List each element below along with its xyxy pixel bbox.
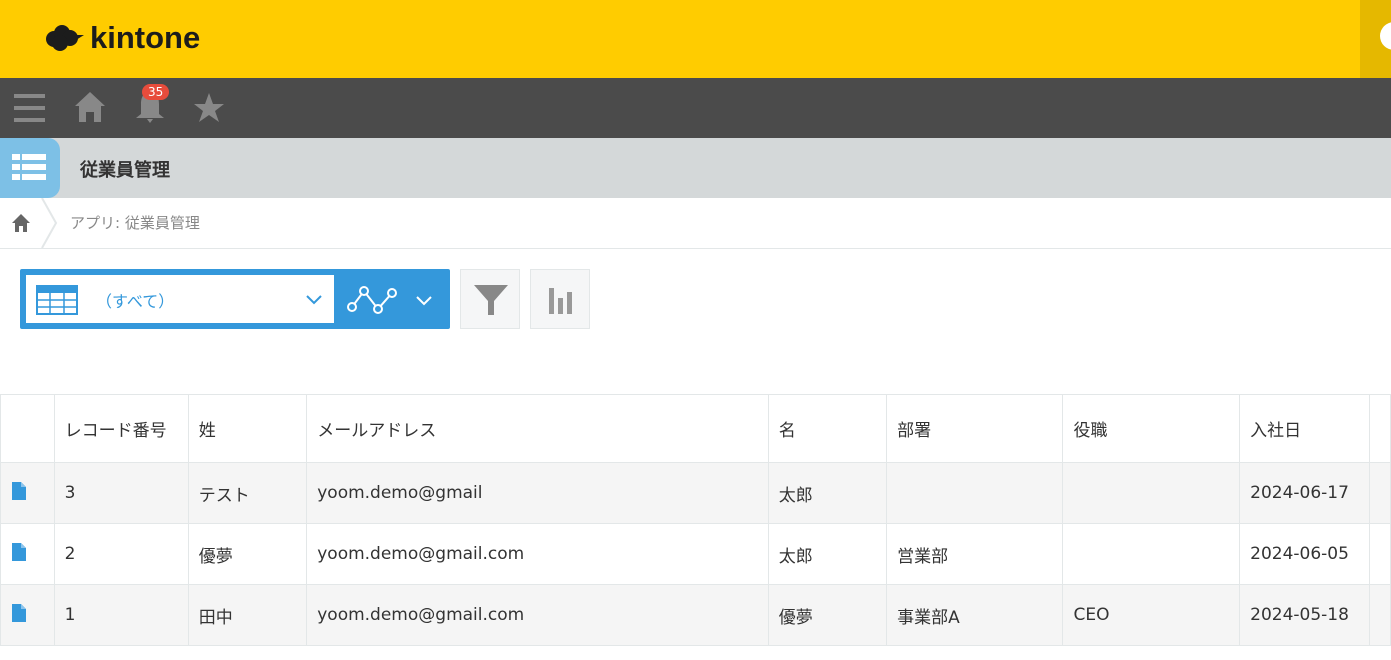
record-detail-cell[interactable] — [0, 584, 55, 646]
table-cell: CEO — [1062, 584, 1241, 646]
table-cell — [886, 462, 1064, 524]
graph-icon[interactable] — [346, 283, 398, 317]
table-cell — [1062, 523, 1241, 585]
record-document-icon[interactable] — [11, 542, 27, 562]
breadcrumb-separator — [41, 198, 58, 248]
table-cell: 2024-06-17 — [1239, 462, 1370, 524]
cloud-icon — [46, 25, 84, 51]
record-document-icon[interactable] — [11, 481, 27, 501]
table-cell: 2024-05-18 — [1239, 584, 1370, 646]
record-document-icon[interactable] — [11, 603, 27, 623]
table-cell-extra — [1368, 584, 1391, 646]
graph-button[interactable] — [530, 269, 590, 329]
table-cell: 2 — [53, 523, 189, 585]
filter-button[interactable] — [460, 269, 520, 329]
col-header[interactable]: 名 — [767, 394, 888, 463]
table-cell-extra — [1368, 462, 1391, 524]
app-bar — [0, 138, 1391, 198]
view-selector: （すべて） — [20, 269, 450, 329]
table-row: 3 テスト yoom.demo@gmail 太郎 2024-06-17 — [0, 462, 1391, 524]
col-header[interactable]: 役職 — [1062, 394, 1241, 463]
col-header[interactable]: レコード番号 — [53, 394, 189, 463]
notification-badge: 35 — [142, 84, 170, 100]
col-extra — [1368, 394, 1391, 463]
table-cell: テスト — [187, 462, 308, 524]
filter-funnel-icon — [474, 285, 508, 315]
kintone-logo[interactable]: kintone — [44, 20, 200, 56]
table-cell: 優夢 — [767, 584, 888, 646]
table-row: 2 優夢 yoom.demo@gmail.com 太郎 営業部 2024-06-05 — [0, 523, 1391, 585]
table-cell: yoom.demo@gmail.com — [306, 584, 769, 646]
col-header[interactable]: 入社日 — [1239, 394, 1370, 463]
col-detail — [0, 394, 55, 463]
nav-bar — [0, 78, 1391, 138]
table-view-icon — [36, 285, 78, 315]
table-row: 1 田中 yoom.demo@gmail.com 優夢 事業部A CEO 2024-05-1… — [0, 584, 1391, 646]
favorites-star-icon[interactable] — [193, 92, 225, 124]
table-cell: 3 — [53, 462, 189, 524]
table-cell: 優夢 — [187, 523, 308, 585]
breadcrumb: アプリ: 従業員管理 — [0, 198, 1391, 249]
table-cell: yoom.demo@gmail.com — [306, 523, 769, 585]
table-cell: 太郎 — [767, 462, 888, 524]
col-header[interactable]: メールアドレス — [306, 394, 769, 463]
view-dropdown[interactable]: （すべて） — [26, 275, 334, 323]
table-cell: 田中 — [187, 584, 308, 646]
table-cell: 事業部A — [886, 584, 1064, 646]
record-detail-cell[interactable] — [0, 462, 55, 524]
col-header[interactable]: 姓 — [187, 394, 308, 463]
home-icon[interactable] — [74, 90, 106, 124]
bar-chart-icon — [549, 288, 572, 314]
header: kintone — [0, 0, 1391, 78]
table-cell: 2024-06-05 — [1239, 523, 1370, 585]
table-cell: 営業部 — [886, 523, 1064, 585]
app-icon — [0, 138, 60, 198]
table-cell: 太郎 — [767, 523, 888, 585]
graph-chevron-down-icon[interactable] — [416, 296, 432, 306]
app-title: 従業員管理 — [80, 160, 170, 181]
table-cell-extra — [1368, 523, 1391, 585]
menu-icon[interactable] — [14, 92, 46, 124]
record-detail-cell[interactable] — [0, 523, 55, 585]
col-header[interactable]: 部署 — [886, 394, 1064, 463]
records-table: レコード番号 姓 メールアドレス 名 部署 役職 入社日 3 テスト yoom.de… — [0, 394, 1391, 646]
breadcrumb-app[interactable]: アプリ: 従業員管理 — [70, 212, 200, 233]
table-cell: yoom.demo@gmail — [306, 462, 769, 524]
table-cell — [1062, 462, 1241, 524]
list-icon — [12, 154, 46, 180]
chevron-down-icon — [306, 295, 322, 305]
breadcrumb-home-icon[interactable] — [11, 213, 31, 233]
view-label: （すべて） — [96, 292, 175, 311]
table-header-row: レコード番号 姓 メールアドレス 名 部署 役職 入社日 — [0, 394, 1391, 463]
table-cell: 1 — [53, 584, 189, 646]
